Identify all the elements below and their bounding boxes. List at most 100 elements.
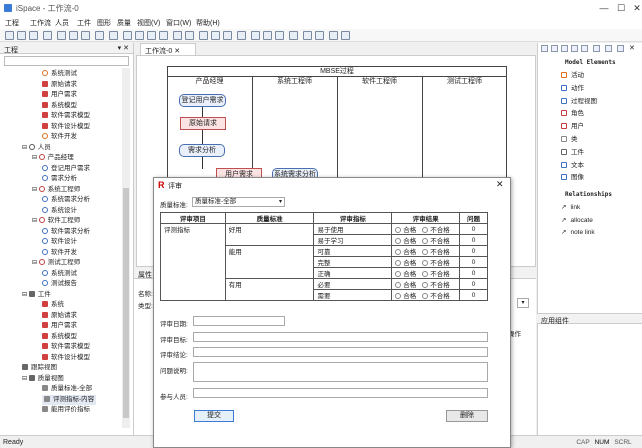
palette-tool-icon[interactable] bbox=[541, 45, 548, 52]
result-fail-radio[interactable]: 不合格 bbox=[422, 249, 450, 256]
zoom-in-icon[interactable] bbox=[199, 31, 208, 40]
result-fail-radio[interactable]: 不合格 bbox=[422, 271, 450, 278]
tree-item[interactable]: 质量标准-全部 bbox=[42, 384, 92, 394]
palette-item[interactable]: 类 bbox=[561, 135, 578, 144]
menu-workflow[interactable]: 工作流 bbox=[30, 18, 51, 28]
tree-item[interactable]: 系统模型 bbox=[42, 101, 77, 111]
result-pass-radio[interactable]: 合格 bbox=[395, 260, 416, 267]
open-icon[interactable] bbox=[17, 31, 26, 40]
close-icon[interactable]: ✕ bbox=[629, 44, 635, 52]
relationship-item[interactable]: ↗ link bbox=[561, 203, 580, 212]
menu-help[interactable]: 帮助(H) bbox=[196, 18, 220, 28]
palette-item[interactable]: 角色 bbox=[561, 109, 584, 118]
save-all-icon[interactable] bbox=[43, 31, 52, 40]
result-pass-radio[interactable]: 合格 bbox=[395, 238, 416, 245]
tree-item[interactable]: 软件需求模型 bbox=[42, 111, 90, 121]
fit-icon[interactable] bbox=[223, 31, 232, 40]
search-input[interactable] bbox=[4, 56, 129, 66]
review-date-field[interactable] bbox=[193, 316, 285, 326]
tree-item[interactable]: 系统 bbox=[42, 300, 64, 310]
palette-item[interactable]: 工件 bbox=[561, 148, 584, 157]
result-pass-radio[interactable]: 合格 bbox=[395, 282, 416, 289]
tree-item[interactable]: 软件开发 bbox=[42, 132, 77, 142]
tree-item[interactable]: 系统设计 bbox=[42, 206, 77, 216]
menu-artifact[interactable]: 工件 bbox=[77, 18, 91, 28]
palette-tool-icon[interactable] bbox=[617, 45, 624, 52]
expander-icon[interactable]: ⊟ bbox=[32, 155, 39, 161]
palette-tool-icon[interactable] bbox=[581, 45, 588, 52]
submit-button[interactable]: 提交 bbox=[194, 410, 234, 422]
color-icon[interactable] bbox=[303, 31, 312, 40]
zoom-out-icon[interactable] bbox=[211, 31, 220, 40]
tree-item[interactable]: 原始请求 bbox=[42, 311, 77, 321]
close-button[interactable]: ✕ bbox=[629, 2, 642, 14]
palette-tool-icon[interactable] bbox=[593, 45, 600, 52]
grid-icon[interactable] bbox=[237, 31, 246, 40]
help-icon[interactable] bbox=[109, 31, 118, 40]
result-fail-radio[interactable]: 不合格 bbox=[422, 293, 450, 300]
tree-item[interactable]: 软件设计 bbox=[42, 237, 77, 247]
tree-item[interactable]: 用户需求 bbox=[42, 90, 77, 100]
result-pass-radio[interactable]: 合格 bbox=[395, 227, 416, 234]
tree-item[interactable]: ⊟ 测试工程师 bbox=[32, 258, 80, 268]
dialog-close-icon[interactable]: ✕ bbox=[496, 179, 504, 190]
minimize-button[interactable]: — bbox=[596, 2, 612, 14]
menu-window[interactable]: 窗口(W) bbox=[166, 18, 191, 28]
palette-item[interactable]: 活动 bbox=[561, 71, 584, 80]
tree-item[interactable]: 软件设计模型 bbox=[42, 122, 90, 132]
tree-item[interactable]: 系统模型 bbox=[42, 332, 77, 342]
relationship-item[interactable]: ↗ allocate bbox=[561, 216, 593, 225]
action-node[interactable]: 需求分析 bbox=[179, 144, 225, 157]
tree-item[interactable]: 软件需求模型 bbox=[42, 342, 90, 352]
link-icon[interactable] bbox=[173, 31, 182, 40]
palette-item[interactable]: 用户 bbox=[561, 122, 584, 131]
maximize-button[interactable]: ☐ bbox=[613, 2, 629, 14]
expander-icon[interactable]: ⊟ bbox=[22, 292, 29, 298]
tree-item[interactable]: 评测指标-内容 bbox=[42, 394, 97, 405]
tree-item[interactable]: ⊟ 软件工程师 bbox=[32, 216, 80, 226]
tree-item[interactable]: 系统测试 bbox=[42, 269, 77, 279]
palette-item[interactable]: 过程视图 bbox=[561, 97, 597, 106]
tab-workflow-0[interactable]: 工作流-0 ✕ bbox=[140, 43, 196, 55]
menu-project[interactable]: 工程 bbox=[5, 18, 19, 28]
participants-field[interactable] bbox=[193, 388, 488, 398]
tree-item[interactable]: 软件开发 bbox=[42, 248, 77, 258]
scrollbar-thumb[interactable] bbox=[123, 188, 129, 418]
review-target-field[interactable] bbox=[193, 332, 488, 342]
align-center-icon[interactable] bbox=[263, 31, 272, 40]
menu-view[interactable]: 视图(V) bbox=[137, 18, 160, 28]
palette-tool-icon[interactable] bbox=[605, 45, 612, 52]
tree-item[interactable]: 系统需求分析 bbox=[42, 195, 90, 205]
expander-icon[interactable]: ⊟ bbox=[32, 218, 39, 224]
review-conclusion-field[interactable] bbox=[193, 347, 488, 357]
tree-item[interactable]: 能用评价指标 bbox=[42, 405, 90, 415]
tree-item[interactable]: ⊟ 质量视图 bbox=[22, 374, 64, 384]
page-icon[interactable] bbox=[123, 31, 132, 40]
tree-item[interactable]: ⊟ 工件 bbox=[22, 290, 51, 300]
redo-icon[interactable] bbox=[341, 31, 350, 40]
align-right-icon[interactable] bbox=[275, 31, 284, 40]
pointer-icon[interactable] bbox=[147, 31, 156, 40]
tree-item[interactable]: 软件设计模型 bbox=[42, 353, 90, 363]
delete-button[interactable]: 删除 bbox=[446, 410, 488, 422]
select-icon[interactable] bbox=[159, 31, 168, 40]
paste-icon[interactable] bbox=[81, 31, 90, 40]
project-scrollbar[interactable] bbox=[122, 68, 130, 428]
palette-tool-icon[interactable] bbox=[561, 45, 568, 52]
doc-icon[interactable] bbox=[135, 31, 144, 40]
result-fail-radio[interactable]: 不合格 bbox=[422, 238, 450, 245]
palette-item[interactable]: 动作 bbox=[561, 84, 584, 93]
menu-graphics[interactable]: 图形 bbox=[97, 18, 111, 28]
tree-item[interactable]: 系统测试 bbox=[42, 69, 77, 79]
palette-item[interactable]: 文本 bbox=[561, 161, 584, 170]
tree-item[interactable]: 测试报告 bbox=[42, 279, 77, 289]
result-fail-radio[interactable]: 不合格 bbox=[422, 260, 450, 267]
expander-icon[interactable]: ⊟ bbox=[32, 260, 39, 266]
palette-tool-icon[interactable] bbox=[571, 45, 578, 52]
tree-item[interactable]: ⊟ 人员 bbox=[22, 143, 51, 153]
frame-icon[interactable] bbox=[185, 31, 194, 40]
palette-tool-icon[interactable] bbox=[551, 45, 558, 52]
tree-item[interactable]: 需求分析 bbox=[42, 174, 77, 184]
artifact-node[interactable]: 原始请求 bbox=[180, 117, 226, 130]
align-left-icon[interactable] bbox=[251, 31, 260, 40]
